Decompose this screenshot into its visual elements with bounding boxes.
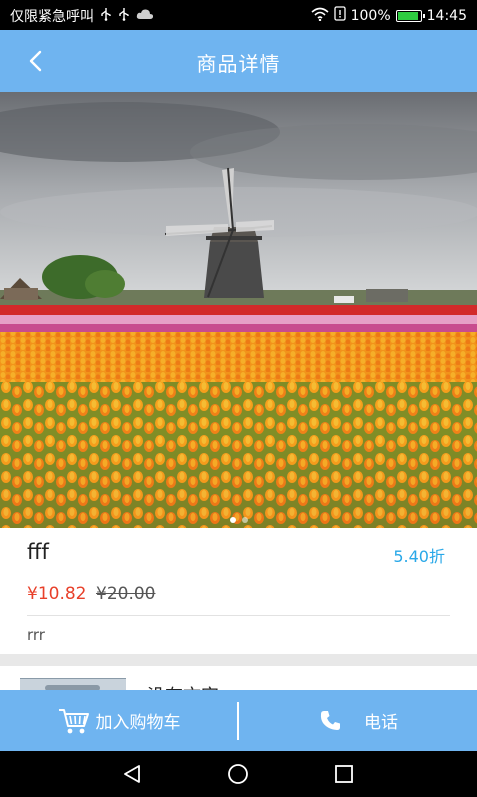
divider [27,615,450,616]
product-name: fff [27,540,49,564]
original-price: ¥20.00 [96,584,156,604]
add-to-cart-button[interactable]: 加入购物车 [0,690,238,751]
section-separator [0,654,477,666]
wifi-icon [311,7,329,25]
call-label: 电话 [364,713,398,733]
battery-icon [395,9,425,22]
carrier-text: 仅限紧急呼叫 [10,9,94,25]
system-nav-bar [0,751,477,797]
carousel-dot-active[interactable] [229,517,236,523]
next-section: 没有文字 [0,666,477,690]
discount-badge: 5.40折 [393,547,445,566]
status-time: 14:45 [426,7,467,24]
shopping-cart-icon [58,708,89,733]
product-image-carousel[interactable] [0,92,477,528]
recents-square-icon[interactable] [332,762,356,786]
battery-percent: 100% [350,7,391,24]
top-app-bar: 商品详情 [0,30,477,92]
back-triangle-icon[interactable] [120,762,144,786]
status-bar-right: 100% 14:45 [311,6,467,25]
related-title: 没有文字 [147,682,219,690]
status-bar: 仅限紧急呼叫 100% 14:45 [0,0,477,30]
cloud-icon [136,8,154,24]
home-circle-icon[interactable] [226,762,250,786]
phone-icon [320,710,340,730]
carousel-dot[interactable] [241,517,248,523]
related-thumbnail[interactable] [20,678,126,690]
page-title: 商品详情 [196,52,281,76]
usb-icon [100,7,112,25]
product-description: rrr [27,626,45,644]
product-image [0,92,477,528]
product-info: fff 5.40折 ¥10.82 ¥20.00 rrr [0,528,477,654]
status-bar-left: 仅限紧急呼叫 [10,6,154,26]
add-to-cart-label: 加入购物车 [95,713,181,733]
bottom-action-bar: 加入购物车 电话 [0,690,477,751]
carousel-indicator [0,517,477,523]
current-price: ¥10.82 [27,584,87,604]
sim-alert-icon [333,6,346,25]
call-button[interactable]: 电话 [239,690,477,751]
usb-icon [118,7,130,25]
